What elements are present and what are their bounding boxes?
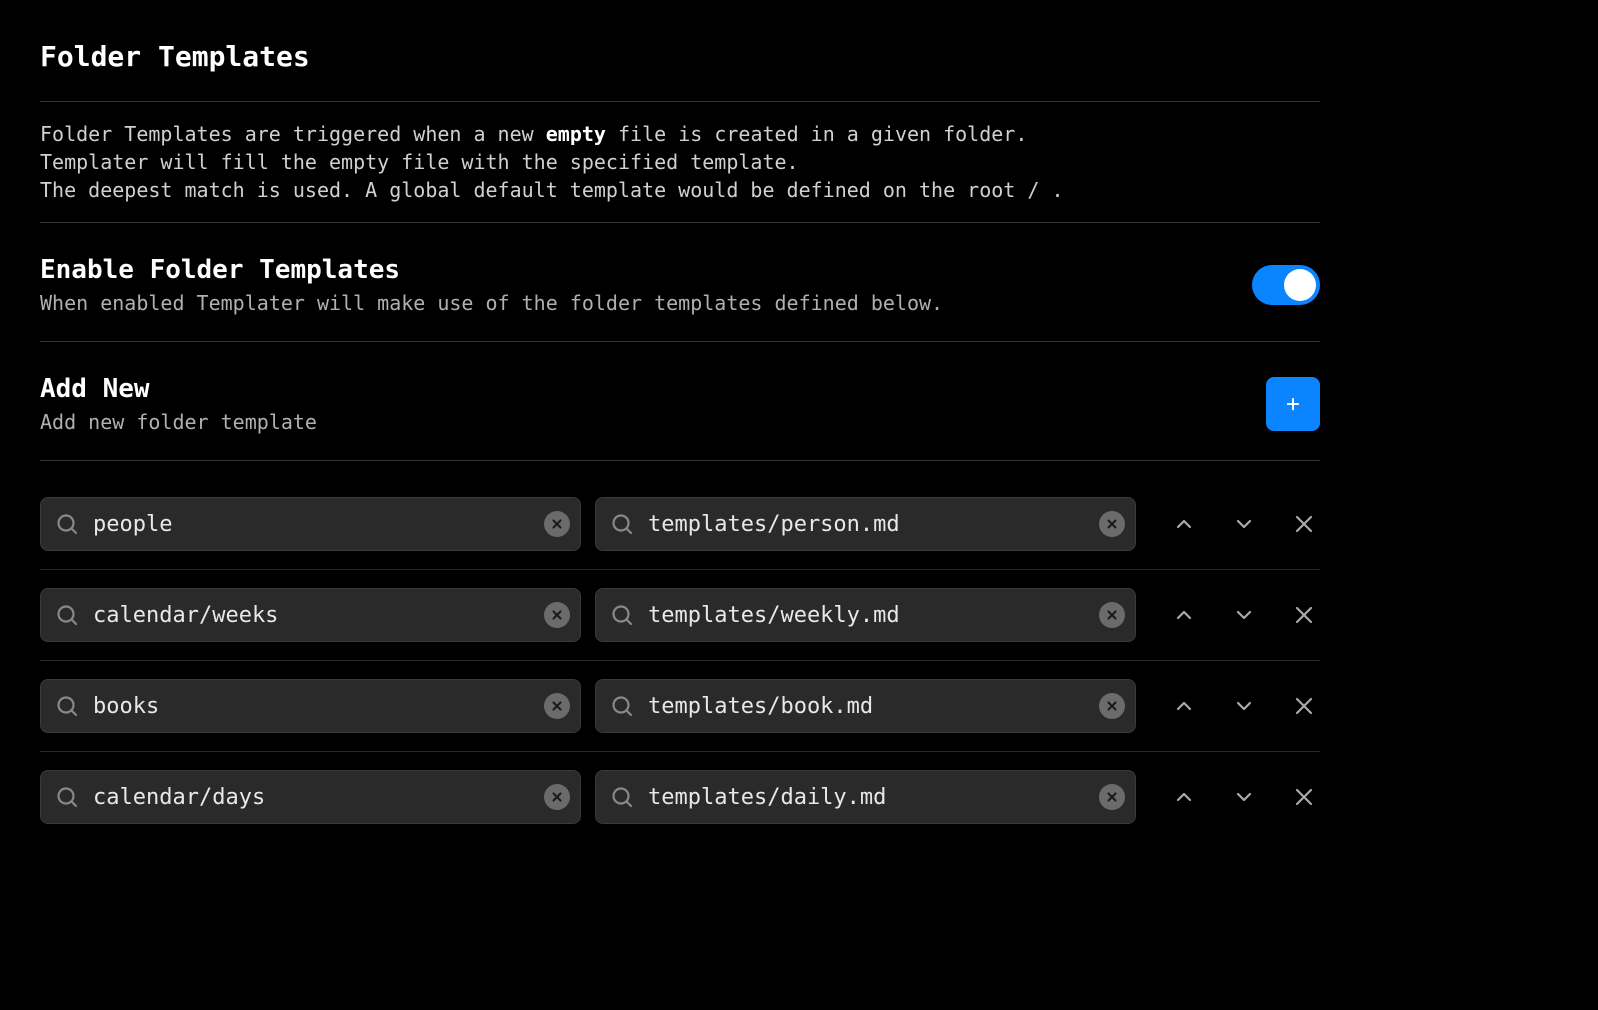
divider: [40, 460, 1320, 461]
move-down-button[interactable]: [1228, 781, 1260, 813]
toggle-knob: [1284, 269, 1316, 301]
add-new-button[interactable]: [1266, 377, 1320, 431]
template-input-wrap: [595, 588, 1136, 642]
enable-folder-templates-row: Enable Folder Templates When enabled Tem…: [40, 241, 1320, 323]
divider: [40, 341, 1320, 342]
add-new-title: Add New: [40, 374, 317, 404]
search-icon: [55, 603, 79, 627]
section-description: Folder Templates are triggered when a ne…: [40, 120, 1320, 204]
add-new-row: Add New Add new folder template: [40, 360, 1320, 442]
desc-text: file is created in a given folder.: [606, 122, 1027, 146]
delete-row-button[interactable]: [1288, 781, 1320, 813]
template-row: [40, 479, 1320, 570]
desc-text: The deepest match is used. A global defa…: [40, 178, 1064, 202]
template-input-wrap: [595, 497, 1136, 551]
page-title: Folder Templates: [40, 40, 1320, 73]
template-input-wrap: [595, 679, 1136, 733]
template-row: [40, 570, 1320, 661]
template-input-wrap: [595, 770, 1136, 824]
enable-subtitle: When enabled Templater will make use of …: [40, 291, 943, 315]
folder-input-wrap: [40, 588, 581, 642]
divider: [40, 101, 1320, 102]
move-up-button[interactable]: [1168, 781, 1200, 813]
template-row: [40, 661, 1320, 752]
template-input[interactable]: [648, 785, 1087, 810]
move-up-button[interactable]: [1168, 599, 1200, 631]
desc-text: Templater will fill the empty file with …: [40, 150, 799, 174]
template-input[interactable]: [648, 694, 1087, 719]
folder-input[interactable]: [93, 603, 532, 628]
move-down-button[interactable]: [1228, 690, 1260, 722]
plus-icon: [1284, 395, 1302, 413]
clear-template-button[interactable]: [1099, 602, 1125, 628]
clear-folder-button[interactable]: [544, 602, 570, 628]
folder-input[interactable]: [93, 785, 532, 810]
folder-input-wrap: [40, 497, 581, 551]
move-down-button[interactable]: [1228, 599, 1260, 631]
enable-folder-templates-toggle[interactable]: [1252, 265, 1320, 305]
folder-input-wrap: [40, 770, 581, 824]
move-up-button[interactable]: [1168, 508, 1200, 540]
row-actions: [1150, 690, 1320, 722]
search-icon: [610, 785, 634, 809]
delete-row-button[interactable]: [1288, 690, 1320, 722]
search-icon: [55, 785, 79, 809]
clear-folder-button[interactable]: [544, 511, 570, 537]
move-down-button[interactable]: [1228, 508, 1260, 540]
row-actions: [1150, 599, 1320, 631]
clear-template-button[interactable]: [1099, 784, 1125, 810]
folder-input[interactable]: [93, 694, 532, 719]
delete-row-button[interactable]: [1288, 599, 1320, 631]
desc-text: Folder Templates are triggered when a ne…: [40, 122, 546, 146]
search-icon: [610, 512, 634, 536]
folder-input-wrap: [40, 679, 581, 733]
row-actions: [1150, 781, 1320, 813]
clear-folder-button[interactable]: [544, 693, 570, 719]
enable-title: Enable Folder Templates: [40, 255, 943, 285]
folder-input[interactable]: [93, 512, 532, 537]
search-icon: [610, 603, 634, 627]
search-icon: [610, 694, 634, 718]
search-icon: [55, 512, 79, 536]
desc-bold: empty: [546, 122, 606, 146]
template-input[interactable]: [648, 603, 1087, 628]
delete-row-button[interactable]: [1288, 508, 1320, 540]
clear-template-button[interactable]: [1099, 511, 1125, 537]
move-up-button[interactable]: [1168, 690, 1200, 722]
add-new-subtitle: Add new folder template: [40, 410, 317, 434]
row-actions: [1150, 508, 1320, 540]
search-icon: [55, 694, 79, 718]
clear-template-button[interactable]: [1099, 693, 1125, 719]
template-row: [40, 752, 1320, 842]
divider: [40, 222, 1320, 223]
template-input[interactable]: [648, 512, 1087, 537]
clear-folder-button[interactable]: [544, 784, 570, 810]
